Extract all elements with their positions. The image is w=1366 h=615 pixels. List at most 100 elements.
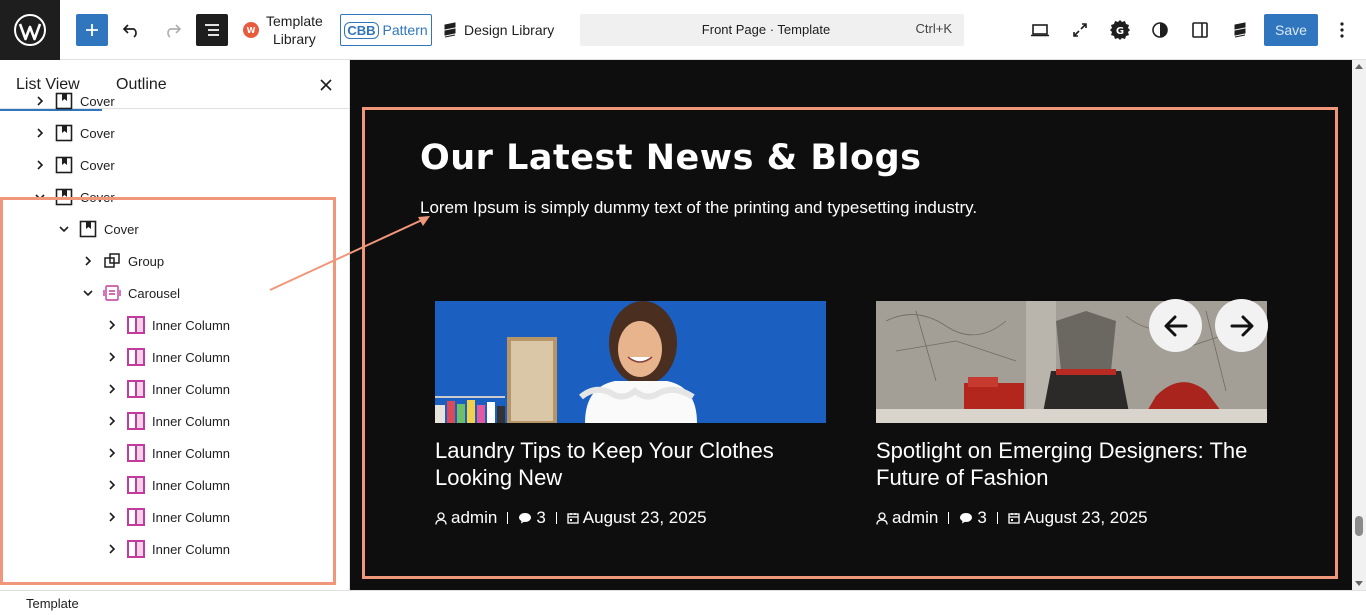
chevron-right-icon[interactable] bbox=[32, 157, 48, 173]
editor-canvas[interactable]: Our Latest News & Blogs Lorem Ipsum is s… bbox=[350, 60, 1352, 590]
post-card[interactable]: Laundry Tips to Keep Your Clothes Lookin… bbox=[435, 301, 826, 528]
post-date[interactable]: August 23, 2025 bbox=[567, 508, 707, 528]
post-comments[interactable]: 3 bbox=[518, 508, 546, 528]
list-view-item-label: Inner Column bbox=[152, 477, 231, 493]
list-view-item-inner-column[interactable]: Inner Column bbox=[104, 373, 230, 405]
view-external-button[interactable] bbox=[1064, 14, 1096, 46]
chevron-down-icon[interactable] bbox=[32, 189, 48, 205]
scroll-thumb[interactable] bbox=[1355, 516, 1363, 536]
document-overview-button[interactable] bbox=[196, 14, 228, 46]
list-view-sidebar: List View Outline Cover Cover Cover Cover Co… bbox=[0, 60, 350, 590]
list-view-item-inner-column[interactable]: Inner Column bbox=[104, 405, 230, 437]
fashion-atelier-image bbox=[876, 301, 1267, 423]
design-library-button[interactable]: Design Library bbox=[442, 14, 554, 46]
chevron-right-icon[interactable] bbox=[104, 509, 120, 525]
list-view-icon bbox=[205, 24, 219, 36]
carousel-next-button[interactable] bbox=[1215, 299, 1268, 352]
user-icon bbox=[435, 511, 447, 525]
chevron-right-icon[interactable] bbox=[32, 93, 48, 109]
list-view-item-inner-column[interactable]: Inner Column bbox=[104, 533, 230, 565]
device-preview-button[interactable] bbox=[1024, 14, 1056, 46]
list-view-item-carousel[interactable]: Carousel bbox=[80, 277, 180, 309]
list-view-item-label: Inner Column bbox=[152, 509, 231, 525]
inner-column-icon bbox=[126, 379, 146, 399]
inner-column-icon bbox=[126, 507, 146, 527]
chevron-right-icon[interactable] bbox=[104, 413, 120, 429]
carousel-icon bbox=[102, 283, 122, 303]
grammarly-button[interactable]: G bbox=[1104, 14, 1136, 46]
add-block-button[interactable] bbox=[76, 14, 108, 46]
user-icon bbox=[876, 511, 888, 525]
options-menu-button[interactable] bbox=[1330, 14, 1354, 46]
post-author-name: admin bbox=[451, 508, 498, 527]
post-comment-count: 3 bbox=[536, 508, 546, 527]
list-view-item-inner-column[interactable]: Inner Column bbox=[104, 437, 230, 469]
tab-outline[interactable]: Outline bbox=[116, 76, 167, 94]
redo-icon bbox=[167, 24, 182, 38]
canvas-scrollbar[interactable] bbox=[1352, 60, 1366, 590]
list-view-item-label: Cover bbox=[104, 221, 139, 237]
post-date[interactable]: August 23, 2025 bbox=[1008, 508, 1148, 528]
list-view-item-inner-column[interactable]: Inner Column bbox=[104, 501, 230, 533]
scroll-up-arrow[interactable] bbox=[1355, 64, 1363, 69]
post-title[interactable]: Laundry Tips to Keep Your Clothes Lookin… bbox=[435, 437, 826, 491]
post-image[interactable] bbox=[435, 301, 826, 423]
list-view-item-label: Inner Column bbox=[152, 349, 231, 365]
comment-icon bbox=[960, 513, 973, 524]
post-date-text: August 23, 2025 bbox=[1023, 508, 1148, 527]
chevron-down-icon[interactable] bbox=[56, 221, 72, 237]
laptop-icon bbox=[1031, 24, 1049, 37]
chevron-right-icon[interactable] bbox=[104, 317, 120, 333]
list-view-item-label: Cover bbox=[80, 157, 115, 173]
document-title: Front Page · Template bbox=[701, 22, 831, 37]
chevron-right-icon[interactable] bbox=[104, 477, 120, 493]
breadcrumb-template[interactable]: Template bbox=[26, 596, 79, 611]
list-view-item-inner-column[interactable]: Inner Column bbox=[104, 469, 230, 501]
chevron-right-icon[interactable] bbox=[80, 253, 96, 269]
settings-sidebar-button[interactable] bbox=[1184, 14, 1216, 46]
list-view-item-cover[interactable]: Cover bbox=[32, 117, 115, 149]
section-heading[interactable]: Our Latest News & Blogs bbox=[420, 138, 921, 178]
chevron-right-icon[interactable] bbox=[32, 125, 48, 141]
chevron-right-icon[interactable] bbox=[104, 381, 120, 397]
list-view-item-inner-column[interactable]: Inner Column bbox=[104, 309, 230, 341]
save-button[interactable]: Save bbox=[1264, 14, 1318, 46]
chevron-right-icon[interactable] bbox=[104, 541, 120, 557]
stackable-settings-button[interactable] bbox=[1224, 14, 1256, 46]
list-view-item-cover[interactable]: Cover bbox=[56, 213, 139, 245]
carousel-prev-button[interactable] bbox=[1149, 299, 1202, 352]
wordpress-logo-button[interactable] bbox=[0, 0, 60, 60]
template-library-label: Template Library bbox=[266, 13, 323, 47]
comment-icon bbox=[519, 513, 532, 524]
list-view-item-group[interactable]: Group bbox=[80, 245, 164, 277]
close-sidebar-button[interactable] bbox=[316, 75, 336, 95]
cbb-pattern-button[interactable]: CBB Pattern bbox=[340, 14, 432, 46]
list-view-item-cover[interactable]: Cover bbox=[32, 85, 115, 117]
meta-divider bbox=[507, 512, 509, 524]
post-card[interactable]: Spotlight on Emerging Designers: The Fut… bbox=[876, 301, 1267, 528]
post-author[interactable]: admin bbox=[876, 508, 938, 528]
scroll-down-arrow[interactable] bbox=[1355, 581, 1363, 586]
undo-button[interactable] bbox=[118, 14, 146, 46]
list-view-item-cover[interactable]: Cover bbox=[32, 149, 115, 181]
chevron-right-icon[interactable] bbox=[104, 349, 120, 365]
chevron-down-icon[interactable] bbox=[80, 285, 96, 301]
post-comments[interactable]: 3 bbox=[959, 508, 987, 528]
styles-button[interactable] bbox=[1144, 14, 1176, 46]
template-library-button[interactable]: W Template Library bbox=[242, 12, 323, 48]
chevron-right-icon[interactable] bbox=[104, 445, 120, 461]
list-view-item-label: Inner Column bbox=[152, 317, 231, 333]
post-image[interactable] bbox=[876, 301, 1267, 423]
list-view-item-inner-column[interactable]: Inner Column bbox=[104, 341, 230, 373]
svg-text:W: W bbox=[247, 26, 256, 35]
calendar-icon bbox=[567, 513, 579, 524]
list-view-item-label: Carousel bbox=[128, 285, 181, 301]
wordpress-icon bbox=[14, 14, 46, 46]
post-author[interactable]: admin bbox=[435, 508, 497, 528]
section-subheading[interactable]: Lorem Ipsum is simply dummy text of the … bbox=[420, 198, 977, 218]
redo-button[interactable] bbox=[158, 14, 186, 46]
block-breadcrumb-bar: Template bbox=[0, 590, 1366, 615]
list-view-item-cover[interactable]: Cover bbox=[32, 181, 115, 213]
command-palette-button[interactable]: Front Page · Template Ctrl+K bbox=[580, 14, 964, 46]
post-title[interactable]: Spotlight on Emerging Designers: The Fut… bbox=[876, 437, 1267, 491]
